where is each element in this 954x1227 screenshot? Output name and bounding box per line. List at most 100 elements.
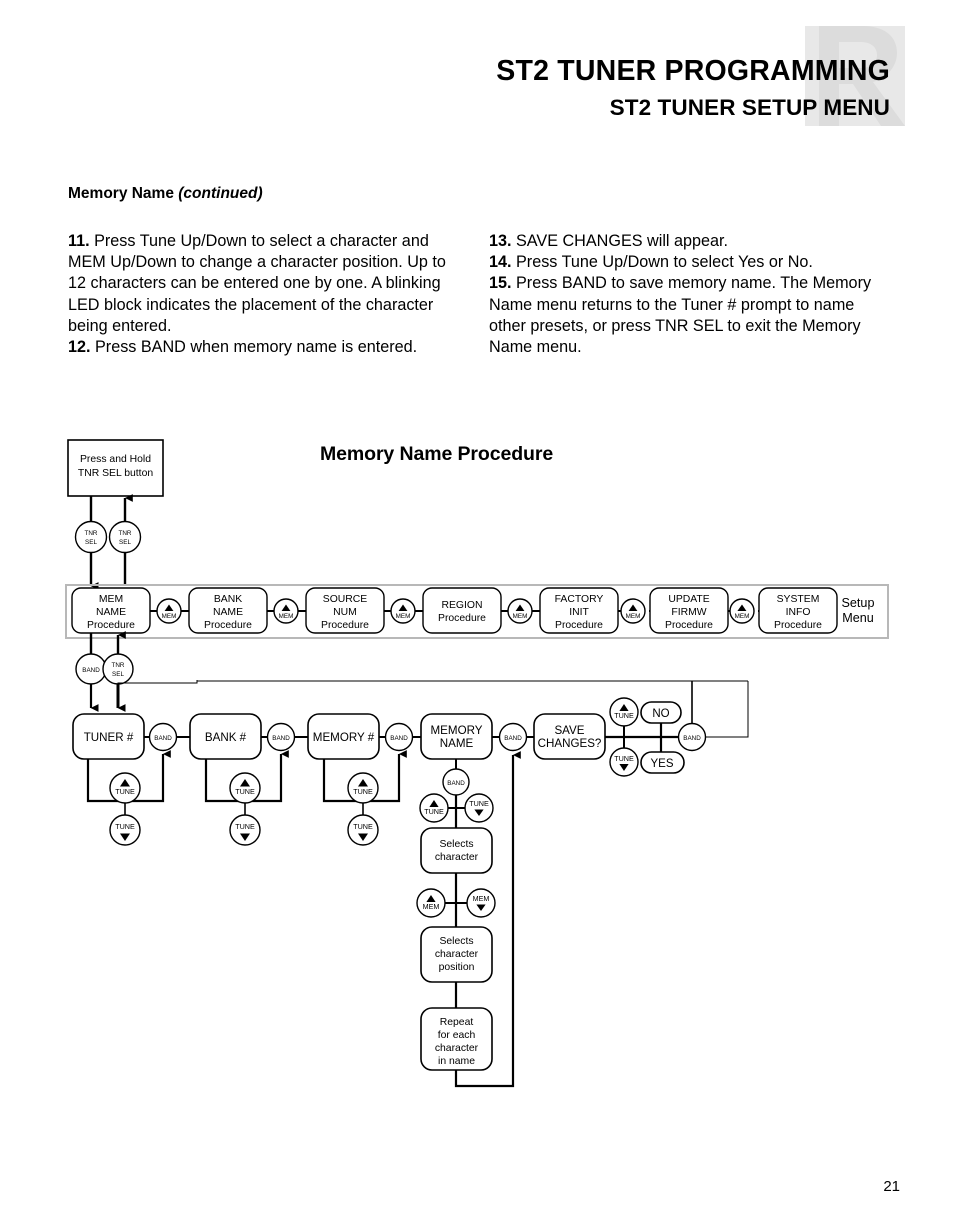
flow-node-bank-num[interactable]: BANK # [189,713,262,760]
button-tune-down-save-label: TUNE [614,754,634,763]
answer-no[interactable]: NO [640,701,682,724]
flow-node-3-line2: NAME [440,737,474,750]
page-number: 21 [883,1178,900,1195]
button-band-answer[interactable]: BAND [677,722,707,752]
button-band-memname-label: BAND [447,780,465,787]
button-band-row2-3-label: BAND [390,735,408,742]
repeat-line4: in name [438,1056,475,1067]
setup-item-0-line1: MEM [99,594,123,605]
setup-item-6-line2: INFO [786,607,811,618]
flow-node-memory-num[interactable]: MEMORY # [307,713,380,760]
setup-item-2-line2: NUM [333,607,357,618]
step-12-text: Press BAND when memory name is entered. [90,338,418,357]
flow-node-save-changes[interactable]: SAVE CHANGES? [533,713,606,760]
flow-node-2-label: MEMORY # [313,731,375,744]
setup-item-0-line3: Procedure [87,620,135,631]
setup-item-4-line2: INIT [569,607,589,618]
button-tnr-sel-2-line1: TNR [119,530,132,537]
setup-item-6-line3: Procedure [774,620,822,631]
flow-node-memory-name[interactable]: MEMORY NAME [420,713,493,760]
selects-character-line2: character [435,852,479,863]
setup-item-2-line1: SOURCE [323,594,368,605]
setup-menu-item-bank-name[interactable]: BANK NAME Procedure [188,587,268,634]
button-tune-up-save[interactable]: TUNE [609,697,639,727]
button-tune-up-2[interactable]: TUNE [229,772,261,804]
page-subtitle: ST2 TUNER SETUP MENU [609,94,890,120]
body-column-left: 11. Press Tune Up/Down to select a chara… [68,231,468,358]
step-14-number: 14. [489,253,512,272]
step-14: 14. Press Tune Up/Down to select Yes or … [489,252,889,273]
setup-menu-item-mem-name[interactable]: MEM NAME Procedure [71,587,151,634]
button-tune-down-save[interactable]: TUNE [609,747,639,777]
setup-item-4-line3: Procedure [555,620,603,631]
step-15-text: Press BAND to save memory name. The Memo… [489,274,872,357]
setup-menu-item-update-firmw[interactable]: UPDATE FIRMW Procedure [649,587,729,634]
button-tnr-sel-1[interactable] [74,520,108,554]
button-tune-up-2-label: TUNE [235,787,255,796]
step-11-number: 11. [68,232,90,250]
button-mem-sep-5[interactable]: MEM [620,598,646,624]
button-tune-up-char-label: TUNE [424,807,444,816]
button-band-exit-label: BAND [82,667,100,674]
button-band-exit[interactable]: BAND [75,653,107,685]
button-band-row2-4[interactable]: BAND [498,722,528,752]
button-band-row2-3[interactable]: BAND [384,722,414,752]
button-tnr-sel-2[interactable] [108,520,142,554]
button-tnr-sel-exit[interactable]: TNR SEL [102,653,134,685]
selects-char-pos-line2: character [435,949,479,960]
setup-item-5-line1: UPDATE [668,594,709,605]
flow-node-4-line1: SAVE [554,724,584,737]
button-mem-up-pos[interactable]: MEM [416,888,446,918]
flow-node-tuner-num[interactable]: TUNER # [72,713,145,760]
box-selects-character-position: Selects character position [420,926,493,983]
setup-menu-item-factory-init[interactable]: FACTORY INIT Procedure [539,587,619,634]
repeat-line2: for each [438,1030,476,1041]
repeat-line3: character [435,1043,479,1054]
button-mem-down-pos[interactable]: MEM [466,888,496,918]
button-mem-sep-6-label: MEM [735,613,750,620]
button-tune-up-3[interactable]: TUNE [347,772,379,804]
button-tnr-sel-2-line2: SEL [119,539,131,546]
setup-item-5-line2: FIRMW [671,607,706,618]
step-14-text: Press Tune Up/Down to select Yes or No. [511,253,813,272]
setup-menu-label-line1: Setup [842,596,875,610]
button-tune-down-1[interactable]: TUNE [109,814,141,846]
button-mem-sep-2[interactable]: MEM [273,598,299,624]
setup-menu-item-region[interactable]: REGION Procedure [422,587,502,634]
button-tune-up-3-label: TUNE [353,787,373,796]
button-mem-up-pos-label: MEM [423,902,440,911]
button-band-answer-label: BAND [683,735,701,742]
button-mem-sep-3[interactable]: MEM [390,598,416,624]
step-15: 15. Press BAND to save memory name. The … [489,273,889,358]
setup-item-6-line1: SYSTEM [777,594,820,605]
answer-yes[interactable]: YES [640,751,685,774]
box-selects-character: Selects character [420,827,493,874]
button-band-memname[interactable]: BAND [442,768,470,796]
button-tnr-sel-exit-line2: SEL [112,671,124,678]
button-mem-sep-3-label: MEM [396,613,411,620]
step-12-number: 12. [68,338,91,357]
flow-node-4-line2: CHANGES? [538,737,602,750]
button-tune-up-1[interactable]: TUNE [109,772,141,804]
button-mem-sep-2-label: MEM [279,613,294,620]
button-tune-up-char[interactable]: TUNE [419,793,449,823]
setup-menu-item-system-info[interactable]: SYSTEM INFO Procedure [758,587,838,634]
button-band-row2-1[interactable]: BAND [148,722,178,752]
button-mem-sep-4[interactable]: MEM [507,598,533,624]
body-column-right: 13. SAVE CHANGES will appear. 14. Press … [489,231,889,358]
setup-item-1-line2: NAME [213,607,243,618]
setup-item-1-line1: BANK [214,594,242,605]
button-tune-up-save-label: TUNE [614,711,634,720]
button-tune-down-2[interactable]: TUNE [229,814,261,846]
button-tnr-sel-exit-line1: TNR [112,662,125,669]
button-tnr-sel-1-line2: SEL [85,539,97,546]
setup-menu-item-source-num[interactable]: SOURCE NUM Procedure [305,587,385,634]
button-mem-sep-1[interactable]: MEM [156,598,182,624]
setup-menu-label-line2: Menu [842,611,874,625]
button-mem-sep-6[interactable]: MEM [729,598,755,624]
step-15-number: 15. [489,274,512,293]
step-13-number: 13. [489,232,512,250]
button-tune-down-char[interactable]: TUNE [464,793,494,823]
button-band-row2-2[interactable]: BAND [266,722,296,752]
button-tune-down-3[interactable]: TUNE [347,814,379,846]
